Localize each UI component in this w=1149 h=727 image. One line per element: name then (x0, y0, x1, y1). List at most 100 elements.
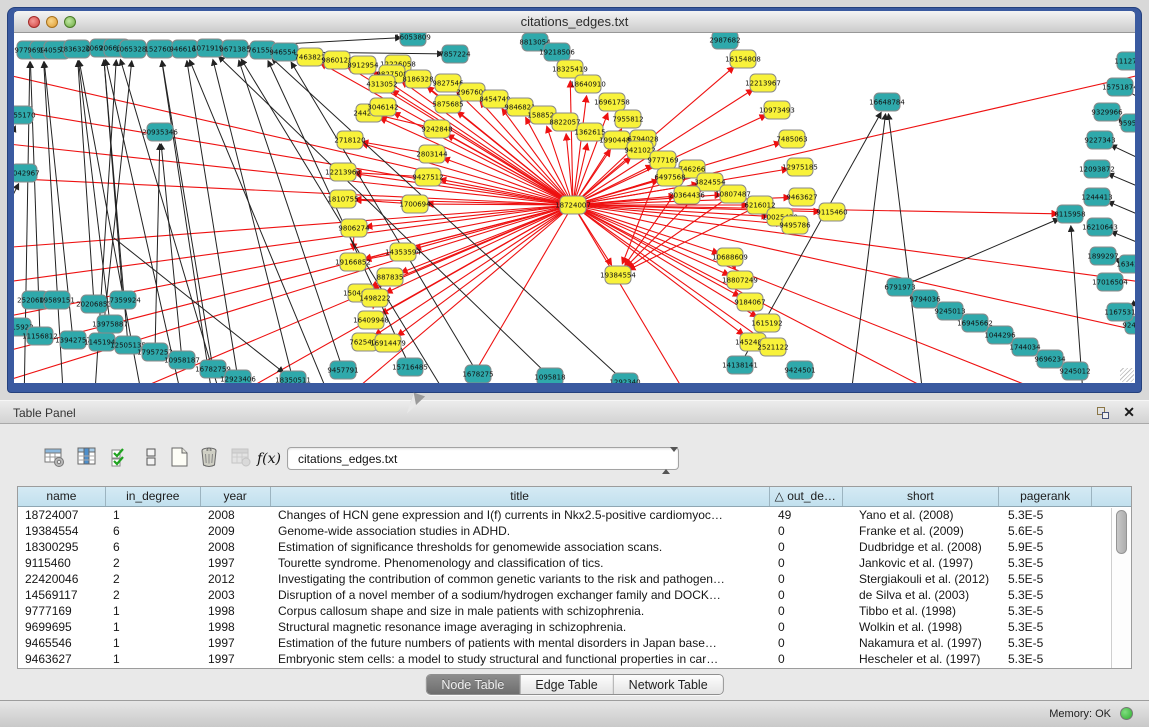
window-titlebar[interactable]: citations_edges.txt (14, 11, 1135, 33)
table-cell[interactable]: Hescheler et al. (1997) (844, 651, 1001, 667)
table-row[interactable]: 2242004622012Investigating the contribut… (18, 571, 1131, 587)
citation-edge-red[interactable] (573, 205, 1084, 383)
citation-edge-black[interactable] (14, 126, 15, 153)
citation-edge-red[interactable] (366, 205, 573, 227)
citation-edge-red[interactable] (14, 178, 573, 205)
table-cell[interactable]: 5.3E-5 (1001, 603, 1094, 619)
table-cell[interactable]: 2008 (201, 539, 271, 555)
table-cell[interactable]: 1 (106, 619, 201, 635)
table-cell[interactable]: 2008 (201, 507, 271, 523)
table-cell[interactable]: 5.3E-5 (1001, 587, 1094, 603)
table-cell[interactable]: 5.3E-5 (1001, 635, 1094, 651)
citation-edge-black[interactable] (162, 61, 213, 369)
function-builder-icon[interactable]: f(x) (256, 446, 282, 472)
citation-edge-black[interactable] (14, 184, 19, 213)
table-cell[interactable]: 0 (771, 523, 844, 539)
table-cell[interactable]: Jankovic et al. (1997) (844, 555, 1001, 571)
table-cell[interactable]: 18724007 (18, 507, 106, 523)
table-cell[interactable]: 5.5E-5 (1001, 571, 1094, 587)
network-canvas[interactable]: 1872400797771699699695140557141836329420… (14, 33, 1135, 383)
table-cell[interactable]: 1997 (201, 635, 271, 651)
table-row[interactable]: 946554611997Estimation of the future num… (18, 635, 1131, 651)
table-row[interactable]: 1830029562008Estimation of significance … (18, 539, 1131, 555)
table-row[interactable]: 1872400712008Changes of HCN gene express… (18, 507, 1131, 523)
table-cell[interactable]: 2003 (201, 587, 271, 603)
table-cell[interactable]: 1 (106, 603, 201, 619)
table-cell[interactable]: 5.6E-5 (1001, 523, 1094, 539)
table-cell[interactable]: 2012 (201, 571, 271, 587)
table-cell[interactable]: 1 (106, 507, 201, 523)
table-row[interactable]: 946362711997Embryonic stem cells: a mode… (18, 651, 1131, 667)
tab-node-table[interactable]: Node Table (426, 675, 520, 694)
tab-edge-table[interactable]: Edge Table (520, 675, 613, 694)
column-header-year[interactable]: year (201, 487, 271, 506)
table-cell[interactable]: 0 (771, 635, 844, 651)
table-cell[interactable]: 9699695 (18, 619, 106, 635)
column-header-filler[interactable] (1092, 487, 1131, 506)
citation-edge-red[interactable] (14, 205, 573, 383)
table-cell[interactable]: 0 (771, 587, 844, 603)
table-cell[interactable]: 22420046 (18, 571, 106, 587)
table-cell[interactable]: Disruption of a novel member of a sodium… (271, 587, 771, 603)
table-cell[interactable]: 5.3E-5 (1001, 507, 1094, 523)
table-cell[interactable]: 14569117 (18, 587, 106, 603)
table-scrollbar[interactable] (1111, 508, 1131, 668)
column-header-pagerank[interactable]: pagerank (999, 487, 1092, 506)
citation-edge-black[interactable] (120, 60, 224, 383)
table-row[interactable]: 977716911998Corpus callosum shape and si… (18, 603, 1131, 619)
table-cell[interactable]: Tourette syndrome. Phenomenology and cla… (271, 555, 771, 571)
table-cell[interactable]: 1997 (201, 555, 271, 571)
citation-edge-black[interactable] (213, 60, 293, 380)
table-cell[interactable]: 2 (106, 571, 201, 587)
table-cell[interactable]: 49 (771, 507, 844, 523)
column-header-name[interactable]: name (18, 487, 106, 506)
citation-edge-black[interactable] (1108, 174, 1135, 191)
table-cell[interactable]: 2 (106, 587, 201, 603)
table-cell[interactable]: Estimation of the future numbers of pati… (271, 635, 771, 651)
table-cell[interactable]: 19384554 (18, 523, 106, 539)
delete-column-icon[interactable] (196, 446, 222, 472)
table-cell[interactable]: 5.3E-5 (1001, 555, 1094, 571)
table-header-row[interactable]: namein_degreeyeartitle△ out_de…shortpage… (18, 487, 1131, 507)
table-cell[interactable]: 2009 (201, 523, 271, 539)
table-cell[interactable]: 2 (106, 555, 201, 571)
new-column-icon[interactable] (166, 446, 192, 472)
show-columns-icon[interactable] (74, 446, 100, 472)
column-pair-icon[interactable] (138, 446, 164, 472)
table-cell[interactable]: de Silva et al. (2003) (844, 587, 1001, 603)
table-cell[interactable]: 9465546 (18, 635, 106, 651)
citation-edge-black[interactable] (1108, 202, 1135, 219)
table-cell[interactable]: 18300295 (18, 539, 106, 555)
table-row[interactable]: 1456911722003Disruption of a novel membe… (18, 587, 1131, 603)
table-cell[interactable]: 9777169 (18, 603, 106, 619)
citation-edge-red[interactable] (573, 205, 739, 296)
memory-ok-indicator-icon[interactable] (1120, 707, 1133, 720)
table-cell[interactable]: 1 (106, 635, 201, 651)
table-cell[interactable]: 6 (106, 539, 201, 555)
table-cell[interactable]: 0 (771, 539, 844, 555)
table-cell[interactable]: Yano et al. (2008) (844, 507, 1001, 523)
table-cell[interactable]: 1998 (201, 619, 271, 635)
table-cell[interactable]: Genome-wide association studies in ADHD. (271, 523, 771, 539)
citation-edge-red[interactable] (214, 205, 573, 383)
tab-network-table[interactable]: Network Table (614, 675, 723, 694)
table-cell[interactable]: Nakamura et al. (1997) (844, 635, 1001, 651)
table-body[interactable]: 1872400712008Changes of HCN gene express… (18, 507, 1131, 667)
table-cell[interactable]: 0 (771, 651, 844, 667)
table-row[interactable]: 1938455462009Genome-wide association stu… (18, 523, 1131, 539)
table-cell[interactable]: 6 (106, 523, 201, 539)
table-cell[interactable]: 9115460 (18, 555, 106, 571)
scrollbar-thumb[interactable] (1116, 510, 1127, 554)
citation-edge-black[interactable] (155, 144, 160, 352)
column-header-title[interactable]: title (271, 487, 770, 506)
citation-edge-black[interactable] (852, 114, 886, 383)
table-cell[interactable]: Structural magnetic resonance image aver… (271, 619, 771, 635)
float-panel-icon[interactable] (1097, 407, 1109, 419)
table-selector-dropdown[interactable]: citations_edges.txt (287, 447, 679, 470)
citation-edge-black[interactable] (187, 61, 238, 379)
table-row[interactable]: 911546021997Tourette syndrome. Phenomeno… (18, 555, 1131, 571)
table-cell[interactable]: 0 (771, 603, 844, 619)
close-panel-icon[interactable]: ✕ (1123, 404, 1135, 421)
citation-edge-red[interactable] (398, 205, 573, 336)
citation-edge-black[interactable] (78, 61, 110, 324)
